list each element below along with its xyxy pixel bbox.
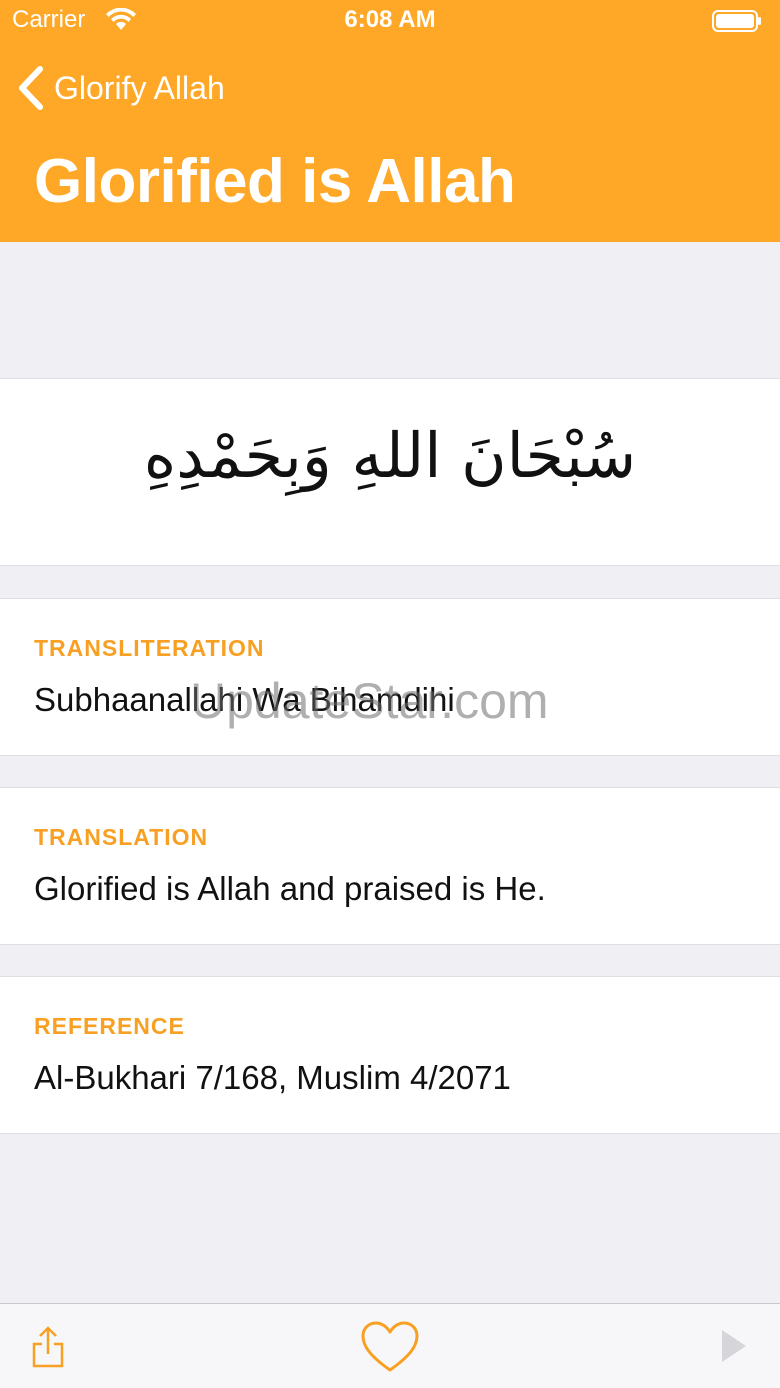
arabic-text-card: سُبْحَانَ اللهِ وَبِحَمْدِهِ bbox=[0, 378, 780, 566]
back-button[interactable]: Glorify Allah bbox=[16, 62, 225, 114]
bottom-toolbar bbox=[0, 1303, 780, 1388]
status-time: 6:08 AM bbox=[344, 6, 436, 33]
translation-value: Glorified is Allah and praised is He. bbox=[34, 870, 546, 907]
arabic-text: سُبْحَانَ اللهِ وَبِحَمْدِهِ bbox=[143, 419, 637, 492]
transliteration-value: Subhaanallahi Wa Bihamdihi bbox=[34, 681, 455, 718]
reference-card: REFERENCE Al-Bukhari 7/168, Muslim 4/207… bbox=[0, 976, 780, 1134]
transliteration-card: TRANSLITERATION Subhaanallahi Wa Bihamdi… bbox=[0, 598, 780, 756]
heart-icon[interactable] bbox=[360, 1320, 420, 1374]
translation-label: TRANSLATION bbox=[34, 824, 209, 850]
page-title: Glorified is Allah bbox=[34, 147, 516, 216]
play-icon[interactable] bbox=[720, 1328, 748, 1364]
chevron-left-icon bbox=[19, 66, 43, 110]
navigation-header: Carrier 6:08 AM Glorify Allah Glorified … bbox=[0, 0, 780, 242]
translation-card: TRANSLATION Glorified is Allah and prais… bbox=[0, 787, 780, 945]
battery-icon bbox=[712, 10, 761, 32]
reference-value: Al-Bukhari 7/168, Muslim 4/2071 bbox=[34, 1059, 511, 1096]
reference-label: REFERENCE bbox=[34, 1013, 185, 1039]
transliteration-label: TRANSLITERATION bbox=[34, 635, 265, 661]
status-bar: Carrier 6:08 AM bbox=[0, 0, 780, 44]
back-button-label: Glorify Allah bbox=[54, 69, 225, 106]
share-icon[interactable] bbox=[32, 1324, 64, 1368]
